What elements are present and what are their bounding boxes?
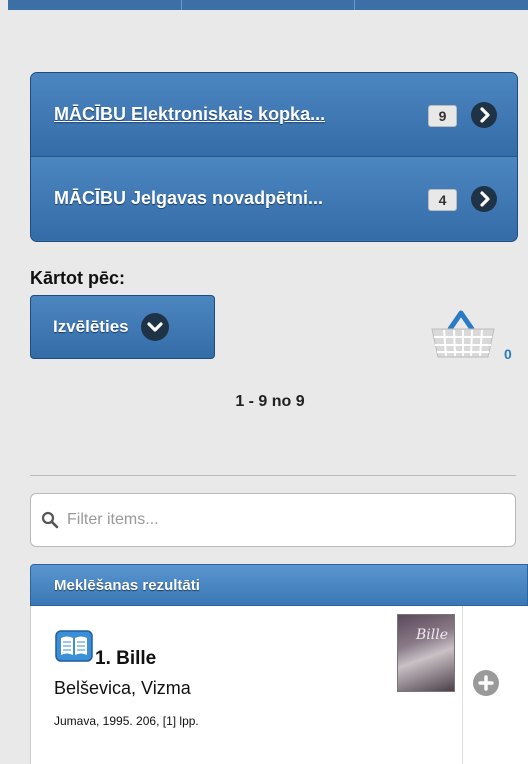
nav-segment[interactable] <box>8 0 182 10</box>
result-publication: Jumava, 1995. 206, [1] lpp. <box>54 714 199 728</box>
chevron-right-icon[interactable] <box>471 102 497 128</box>
add-icon[interactable] <box>473 670 499 696</box>
filter-field[interactable] <box>30 493 516 547</box>
database-item-jelgavas-novadpetniecibas[interactable]: MĀCĪBU Jelgavas novadpētni... 4 <box>31 156 517 240</box>
database-item-label[interactable]: MĀCĪBU Elektroniskais kopka... <box>54 104 399 125</box>
result-action-column <box>462 606 528 764</box>
results-header: Meklēšanas rezultāti <box>30 564 528 606</box>
nav-segment[interactable] <box>182 0 356 10</box>
search-icon <box>41 511 59 529</box>
sort-label: Kārtot pēc: <box>30 268 126 288</box>
book-icon <box>55 630 93 662</box>
basket-count[interactable]: 0 <box>504 346 512 362</box>
chevron-down-icon <box>140 313 169 341</box>
chevron-right-icon[interactable] <box>471 186 497 212</box>
result-item[interactable]: 1. Bille Belševica, Vizma Jumava, 1995. … <box>30 606 528 764</box>
database-count-badge: 9 <box>428 105 457 127</box>
result-title[interactable]: 1. Bille <box>95 648 156 670</box>
sort-select-button[interactable]: Izvēlēties <box>30 295 215 359</box>
database-list: MĀCĪBU Elektroniskais kopka... 9 MĀCĪBU … <box>30 72 518 242</box>
nav-segment[interactable] <box>355 0 528 10</box>
sort-button-label: Izvēlēties <box>53 317 129 336</box>
divider <box>30 475 516 476</box>
top-navigation-bar <box>8 0 528 10</box>
filter-input[interactable] <box>65 510 499 530</box>
cover-title: Bille <box>416 627 449 643</box>
database-item-label[interactable]: MĀCĪBU Jelgavas novadpētni... <box>54 188 399 209</box>
database-item-elektroniskais-kopkatalogs[interactable]: MĀCĪBU Elektroniskais kopka... 9 <box>31 73 517 156</box>
book-cover-image[interactable]: Bille <box>397 614 455 692</box>
result-range: 1 - 9 no 9 <box>235 393 305 410</box>
database-count-badge: 4 <box>428 189 457 211</box>
basket-icon[interactable] <box>428 303 498 359</box>
result-author: Belševica, Vizma <box>54 678 191 698</box>
